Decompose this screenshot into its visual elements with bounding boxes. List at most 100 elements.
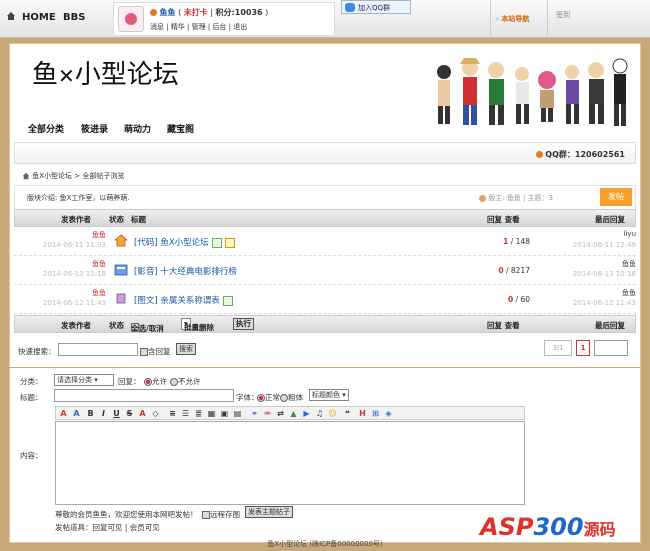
new-post-button[interactable]: 发帖 bbox=[600, 188, 632, 206]
menu-all-categories[interactable]: 全部分类 bbox=[28, 122, 64, 135]
smiley-icon[interactable]: ☺ bbox=[328, 409, 337, 418]
post-tools: 发帖道具：回复可见 | 会员可见 bbox=[55, 523, 160, 532]
font-icon[interactable]: A bbox=[72, 409, 81, 418]
title-color-select[interactable]: 标题颜色 ▾ bbox=[309, 389, 349, 401]
row-author[interactable]: 鱼鱼 bbox=[14, 259, 106, 269]
text-color-icon[interactable]: A bbox=[138, 409, 147, 418]
link-admin[interactable]: 后台 bbox=[212, 23, 226, 31]
row-date: 2014-06-12 11:43 bbox=[42, 299, 106, 307]
checkin-status[interactable]: 未打卡 bbox=[184, 8, 208, 17]
link-icon[interactable]: ⚭ bbox=[250, 409, 259, 418]
list-icon[interactable]: ☰ bbox=[181, 409, 190, 418]
link-digest[interactable]: 精华 bbox=[171, 23, 185, 31]
points-value: 10036 bbox=[234, 8, 263, 17]
link-logout[interactable]: 退出 bbox=[233, 23, 247, 31]
new-tag-icon bbox=[222, 295, 233, 306]
flash-icon[interactable]: ▶ bbox=[302, 409, 311, 418]
menu-treasure[interactable]: 藏宝阁 bbox=[167, 122, 194, 135]
submit-post-button[interactable]: 发表主题帖子 bbox=[245, 506, 293, 518]
category-select[interactable]: 请选择分类 ▾ bbox=[54, 374, 114, 386]
html-icon[interactable]: H bbox=[358, 409, 367, 418]
indent-icon[interactable]: ≣ bbox=[194, 409, 203, 418]
site-nav-menu[interactable]: › 本站导航 bbox=[490, 0, 548, 38]
board-moderator: 版主: 鱼鱼 | 主题：3 bbox=[479, 193, 553, 203]
forum-logo[interactable]: 鱼✕小型论坛 bbox=[32, 54, 179, 91]
home-icon[interactable] bbox=[6, 11, 16, 21]
link-messages[interactable]: 消息 bbox=[150, 23, 164, 31]
col-status: 状态 bbox=[109, 215, 124, 224]
font-color-icon[interactable]: A bbox=[59, 409, 68, 418]
points-label: 积分: bbox=[215, 8, 235, 17]
title-input[interactable] bbox=[54, 389, 234, 402]
italic-icon[interactable]: I bbox=[99, 409, 108, 418]
image-icon[interactable]: ▣ bbox=[220, 409, 229, 418]
strikethrough-icon[interactable]: S bbox=[125, 409, 134, 418]
menu-item-3[interactable]: 萌动力 bbox=[124, 122, 151, 135]
table-icon[interactable]: ▦ bbox=[207, 409, 216, 418]
fullscreen-icon[interactable]: ◈ bbox=[384, 409, 393, 418]
logo-prefix: 鱼 bbox=[32, 60, 59, 90]
batch-action-select[interactable]: 批量删除 ▾ bbox=[181, 318, 214, 332]
media-icon[interactable]: ♫ bbox=[315, 409, 324, 418]
username[interactable]: 鱼鱼 bbox=[160, 8, 176, 17]
nav-bbs-link[interactable]: BBS bbox=[63, 12, 85, 23]
col-author-footer: 发表作者 bbox=[61, 321, 91, 330]
row-last-user[interactable]: 鱼鱼 bbox=[516, 288, 636, 298]
thread-table-header: 发表作者 状态 标题 回复 查看 最后回复 bbox=[14, 209, 636, 227]
home-icon[interactable] bbox=[22, 172, 30, 180]
unlink-icon[interactable]: ⚮ bbox=[263, 409, 272, 418]
thread-icon bbox=[114, 292, 128, 305]
link-manage[interactable]: 管理 bbox=[192, 23, 206, 31]
quote-icon[interactable]: ❝ bbox=[343, 409, 352, 418]
signin-link[interactable]: 签到 bbox=[556, 10, 570, 20]
code-icon[interactable]: ▤ bbox=[233, 409, 242, 418]
join-qq-group-button[interactable]: 加入QQ群 bbox=[341, 0, 411, 14]
thread-icon bbox=[114, 263, 128, 276]
font-bold-radio[interactable]: 粗体 bbox=[280, 392, 303, 403]
preview-icon[interactable]: ⊞ bbox=[371, 409, 380, 418]
row-last-user[interactable]: liyu bbox=[516, 230, 636, 238]
font-normal-radio[interactable]: 正常 bbox=[257, 392, 280, 403]
execute-button[interactable]: 执行 bbox=[233, 318, 254, 330]
user-info: 鱼鱼 ( 未打卡 | 积分:10036 ) bbox=[150, 7, 268, 18]
insert-image-icon[interactable]: ▲ bbox=[289, 409, 298, 418]
content-editor[interactable] bbox=[55, 421, 525, 505]
page-current-button[interactable]: 1 bbox=[576, 340, 590, 356]
banner-characters-image bbox=[437, 58, 628, 126]
table-row[interactable]: 鱼鱼 2014-06-12 11:43 [图文] 亲属关系称谓表 0 / 60 … bbox=[14, 286, 636, 314]
board-intro-text: 版块介绍: 鱼X工作室，以萌养萌. bbox=[27, 194, 130, 202]
col-reply-view-footer: 回复 查看 bbox=[487, 321, 520, 330]
row-author[interactable]: 鱼鱼 bbox=[14, 288, 106, 298]
bold-icon[interactable]: B bbox=[86, 409, 95, 418]
col-title: 标题 bbox=[131, 215, 146, 224]
breadcrumb-forum[interactable]: 鱼X小型论坛 bbox=[32, 172, 72, 180]
divider bbox=[10, 367, 640, 368]
row-title[interactable]: [图文] 亲属关系称谓表 bbox=[134, 294, 233, 306]
user-box: 鱼鱼 ( 未打卡 | 积分:10036 ) 消息 | 精华 | 管理 | 后台 … bbox=[113, 2, 335, 36]
nav-home-link[interactable]: HOME bbox=[22, 12, 56, 23]
moderator-text: 版主: 鱼鱼 | 主题：3 bbox=[488, 194, 554, 202]
align-left-icon[interactable]: ≡ bbox=[168, 409, 177, 418]
avatar[interactable] bbox=[118, 6, 144, 32]
remote-save-checkbox[interactable]: 远程存图 bbox=[202, 509, 240, 520]
breadcrumb-current: 全部帖子浏览 bbox=[82, 172, 125, 180]
row-title[interactable]: [代码] 鱼X小型论坛 bbox=[134, 236, 235, 248]
page-jump-input[interactable] bbox=[594, 340, 628, 356]
menu-item-2[interactable]: 筱进录 bbox=[81, 122, 108, 135]
row-last-user[interactable]: 鱼鱼 bbox=[516, 259, 636, 269]
row-author[interactable]: 鱼鱼 bbox=[14, 230, 106, 240]
table-row[interactable]: 鱼鱼 2014-06-13 10:18 [影音] 十大经典电影排行榜 0 / 8… bbox=[14, 257, 636, 285]
reply-disallow-radio[interactable]: 不允许 bbox=[170, 376, 201, 387]
hr-icon[interactable]: ⇄ bbox=[276, 409, 285, 418]
search-button[interactable]: 搜索 bbox=[176, 343, 196, 355]
row-title[interactable]: [影音] 十大经典电影排行榜 bbox=[134, 265, 237, 277]
quick-search-label: 快速搜索： bbox=[18, 347, 56, 356]
table-row[interactable]: 鱼鱼 2014-06-11 11:03 [代码] 鱼X小型论坛 1 / 148 … bbox=[14, 228, 636, 256]
chevron-right-icon: › bbox=[496, 15, 499, 23]
reply-label: 回复： bbox=[118, 377, 141, 386]
include-replies-checkbox[interactable]: 含回复 bbox=[140, 346, 171, 357]
underline-icon[interactable]: U bbox=[112, 409, 121, 418]
reply-allow-radio[interactable]: 允许 bbox=[144, 376, 167, 387]
quick-search-input[interactable] bbox=[58, 343, 138, 356]
eraser-icon[interactable]: ◇ bbox=[151, 409, 160, 418]
